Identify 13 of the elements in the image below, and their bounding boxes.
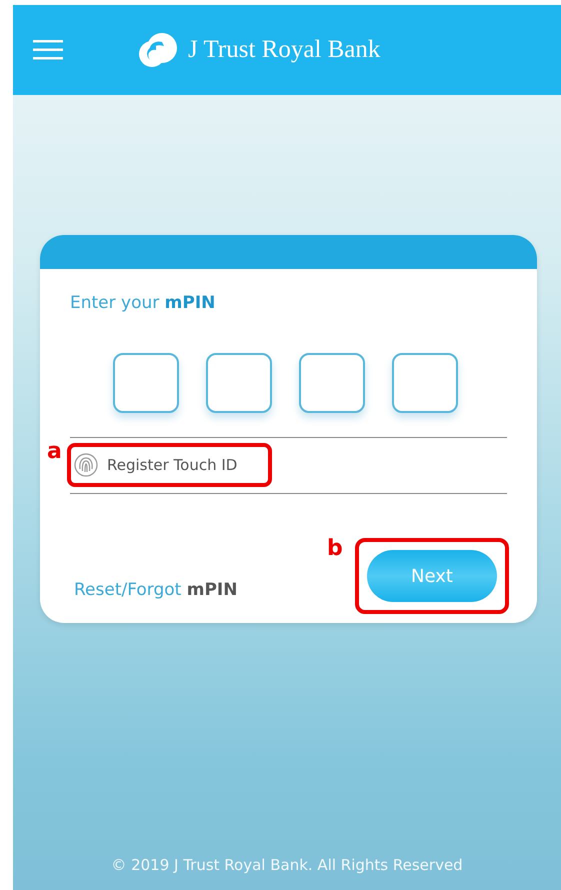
- mpin-prompt: Enter your mPIN: [70, 293, 216, 313]
- logo-icon: [136, 32, 180, 68]
- pin-digit-field[interactable]: [206, 353, 272, 413]
- pin-digit-field[interactable]: [299, 353, 365, 413]
- callout-label: a: [47, 441, 62, 463]
- copyright-text: © 2019 J Trust Royal Bank. All Rights Reserved: [110, 856, 464, 876]
- pin-digit-field[interactable]: [392, 353, 458, 413]
- bank-name: J Trust Royal Bank: [188, 36, 380, 64]
- pin-digit-field[interactable]: [113, 353, 179, 413]
- fingerprint-icon: [73, 452, 99, 478]
- callout-label: b: [327, 538, 343, 560]
- menu-icon[interactable]: [33, 40, 63, 60]
- reset-mpin-link[interactable]: Reset/Forgot mPIN: [74, 580, 238, 600]
